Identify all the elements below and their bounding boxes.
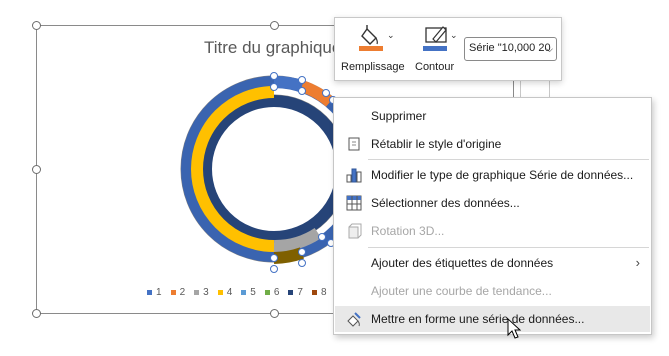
legend-swatch xyxy=(147,290,152,295)
outline-color-swatch xyxy=(423,46,447,51)
menu-item-rotation-3d: Rotation 3D... xyxy=(335,218,650,244)
legend-entry-1: 1 xyxy=(147,287,162,298)
legend-entry-8: 8 xyxy=(311,287,327,298)
menu-item-label: Sélectionner des données... xyxy=(371,196,520,210)
format-series-icon xyxy=(347,312,361,327)
legend-label: 2 xyxy=(179,287,186,298)
menu-item-label: Supprimer xyxy=(371,109,427,123)
legend-entry-3: 3 xyxy=(194,287,209,298)
mini-toolbar: ⌄ Remplissage ⌄ Contour Série "10,000 20… xyxy=(334,17,562,81)
legend-label: 5 xyxy=(250,287,256,298)
outline-label: Contour xyxy=(415,61,455,73)
legend-swatch xyxy=(288,290,294,295)
legend-label: 7 xyxy=(297,287,303,298)
menu-separator xyxy=(368,247,649,248)
menu-item-change-chart-type[interactable]: Modifier le type de graphique Série de d… xyxy=(335,162,650,188)
series-selector-value: Série "10,000 20 xyxy=(469,42,551,54)
chart-legend[interactable]: 1 2 3 4 5 6 7 8 xyxy=(147,287,327,298)
inner-ring-segment-brown xyxy=(273,247,304,264)
legend-entry-5: 5 xyxy=(241,287,256,298)
legend-label: 1 xyxy=(156,287,162,298)
reset-style-icon xyxy=(348,137,360,151)
chevron-right-icon: › xyxy=(635,255,640,270)
legend-entry-2: 2 xyxy=(170,287,186,298)
menu-item-label: Mettre en forme une série de données... xyxy=(371,312,585,326)
series-selector[interactable]: Série "10,000 20 ⌵ xyxy=(464,37,557,61)
menu-item-label: Modifier le type de graphique Série de d… xyxy=(371,168,634,182)
legend-swatch xyxy=(170,290,176,295)
legend-entry-6: 6 xyxy=(264,287,280,298)
chevron-down-icon: ⌵ xyxy=(546,44,553,54)
legend-label: 6 xyxy=(273,287,280,298)
menu-item-select-data[interactable]: Sélectionner des données... xyxy=(335,190,650,216)
inner-ring-series xyxy=(200,95,348,243)
paint-bucket-icon: ⌄ xyxy=(359,25,395,51)
menu-item-label: Rétablir le style d'origine xyxy=(371,137,502,151)
select-data-icon xyxy=(346,195,362,211)
menu-item-delete[interactable]: Supprimer xyxy=(335,103,650,129)
menu-item-reset-style[interactable]: Rétablir le style d'origine xyxy=(335,131,650,157)
delete-icon xyxy=(346,108,362,124)
legend-swatch xyxy=(241,290,247,295)
menu-item-add-trendline: Ajouter une courbe de tendance... xyxy=(335,278,650,304)
legend-swatch xyxy=(217,290,223,295)
menu-item-add-data-labels[interactable]: Ajouter des étiquettes de données › xyxy=(335,250,650,276)
menu-item-label: Ajouter des étiquettes de données xyxy=(371,256,554,270)
legend-swatch xyxy=(194,290,200,295)
menu-item-label: Rotation 3D... xyxy=(371,224,445,238)
fill-button[interactable]: ⌄ Remplissage xyxy=(341,24,407,82)
legend-label: 3 xyxy=(203,287,209,298)
outline-button[interactable]: ⌄ Contour xyxy=(413,24,461,82)
rotation-3d-icon xyxy=(348,223,362,239)
legend-swatch xyxy=(264,290,270,295)
menu-item-format-data-series[interactable]: Mettre en forme une série de données... xyxy=(335,306,650,332)
legend-swatch xyxy=(311,290,317,295)
chart-type-icon xyxy=(346,168,362,183)
svg-text:⌄: ⌄ xyxy=(387,31,395,41)
menu-separator xyxy=(368,159,649,160)
legend-label: 4 xyxy=(226,287,233,298)
legend-entry-4: 4 xyxy=(217,287,233,298)
context-menu: Supprimer Rétablir le style d'origine Mo… xyxy=(333,97,652,335)
fill-color-swatch xyxy=(359,46,383,51)
fill-label: Remplissage xyxy=(341,61,405,73)
svg-text:⌄: ⌄ xyxy=(450,31,458,41)
menu-item-label: Ajouter une courbe de tendance... xyxy=(371,284,552,298)
legend-label: 8 xyxy=(320,287,327,298)
outer-ring-segment-navy xyxy=(273,76,304,92)
legend-entry-7: 7 xyxy=(288,287,303,298)
pen-outline-icon: ⌄ xyxy=(423,26,458,51)
mouse-cursor-icon xyxy=(507,318,521,339)
